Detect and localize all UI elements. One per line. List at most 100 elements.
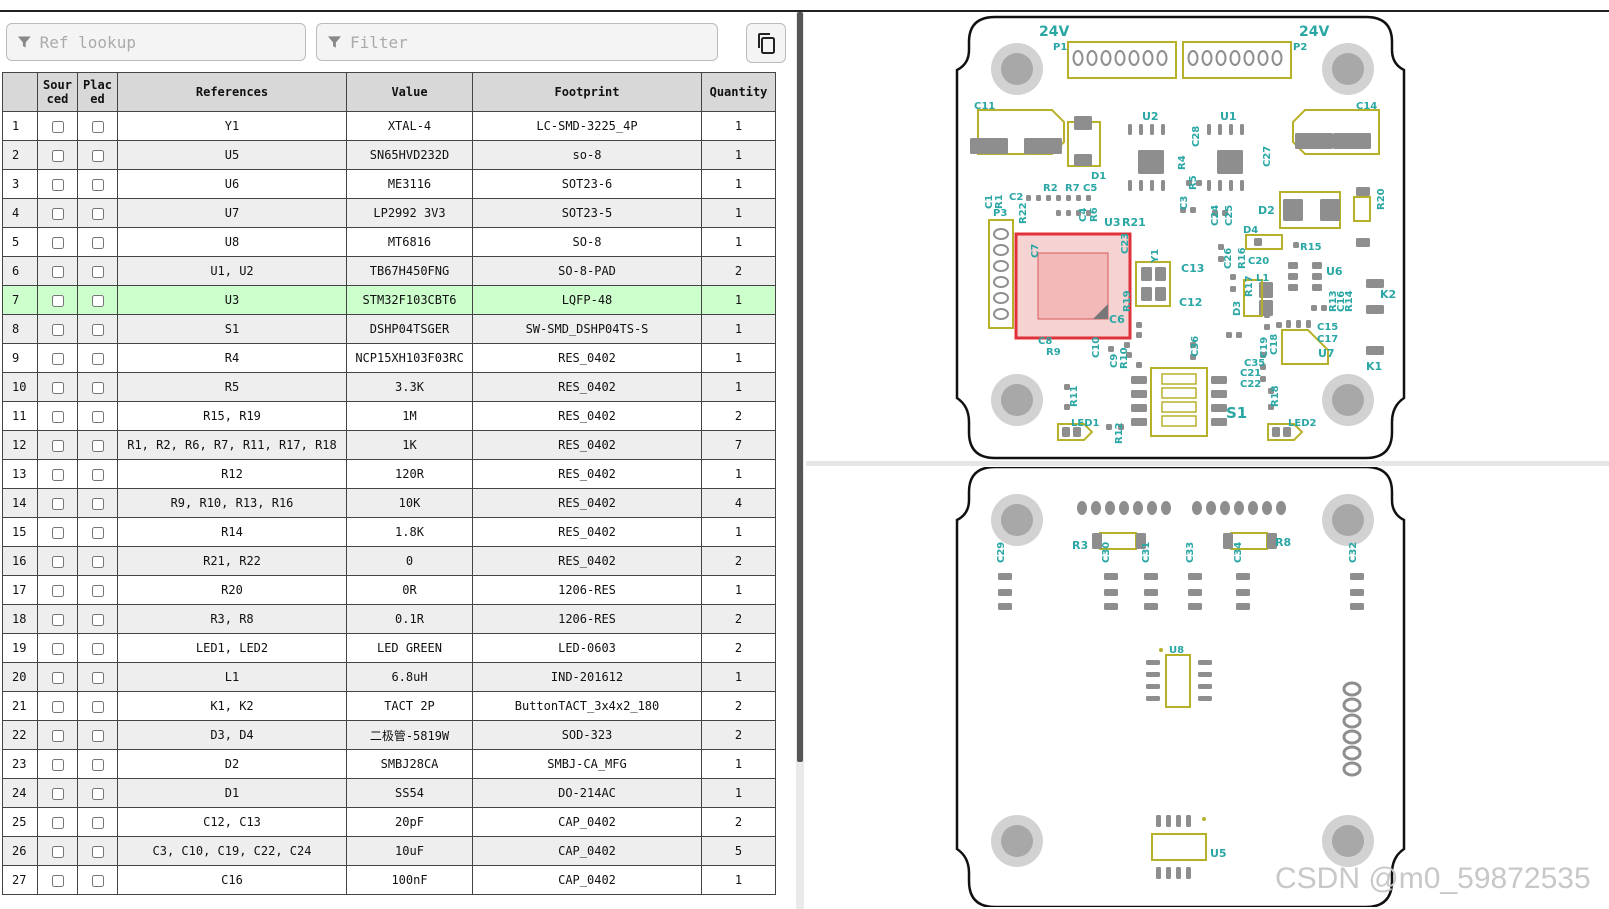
sourced-checkbox[interactable]: [51, 294, 64, 307]
sourced-checkbox[interactable]: [51, 874, 64, 887]
ref-lookup-input[interactable]: [37, 31, 305, 53]
placed-checkbox[interactable]: [91, 642, 104, 655]
table-row[interactable]: 10 R5 3.3K RES_0402 1: [2, 372, 776, 402]
placed-checkbox[interactable]: [91, 352, 104, 365]
placed-checkbox[interactable]: [91, 758, 104, 771]
sourced-checkbox[interactable]: [51, 671, 64, 684]
pcb-back-canvas[interactable]: R3 R8 C29 C30 C31 C33 C34 C32 U8 U5: [806, 467, 1609, 907]
col-header-footprint[interactable]: Footprint: [472, 72, 702, 112]
placed-checkbox[interactable]: [91, 381, 104, 394]
sourced-checkbox[interactable]: [51, 816, 64, 829]
sourced-checkbox[interactable]: [51, 468, 64, 481]
sourced-checkbox[interactable]: [51, 352, 64, 365]
col-header-value[interactable]: Value: [346, 72, 473, 112]
filter-input[interactable]: [347, 31, 717, 53]
sourced-checkbox[interactable]: [51, 758, 64, 771]
placed-checkbox[interactable]: [91, 120, 104, 133]
sourced-checkbox[interactable]: [51, 584, 64, 597]
table-row[interactable]: 13 R12 120R RES_0402 1: [2, 459, 776, 489]
placed-checkbox[interactable]: [91, 613, 104, 626]
ref-lookup-box[interactable]: [6, 23, 306, 61]
silk-label-s1: S1: [1226, 404, 1247, 422]
placed-checkbox[interactable]: [91, 294, 104, 307]
pcb-front-canvas[interactable]: 24V 24V P1 P2 C11 C14 U2 U1 C28 C27 R4R5 C3 D1 R2 R7 C5…: [806, 12, 1609, 461]
table-row[interactable]: 14 R9, R10, R13, R16 10K RES_0402 4: [2, 488, 776, 518]
table-row[interactable]: 4 U7 LP2992 3V3 SOT23-5 1: [2, 198, 776, 228]
col-header-sourced[interactable]: Sour ced: [37, 72, 78, 112]
sourced-checkbox[interactable]: [51, 845, 64, 858]
sourced-checkbox[interactable]: [51, 439, 64, 452]
table-row[interactable]: 1 Y1 XTAL-4 LC-SMD-3225_4P 1: [2, 111, 776, 141]
placed-checkbox[interactable]: [91, 468, 104, 481]
sourced-checkbox[interactable]: [51, 642, 64, 655]
placed-checkbox[interactable]: [91, 845, 104, 858]
sourced-checkbox[interactable]: [51, 700, 64, 713]
filter-box[interactable]: [316, 23, 718, 61]
placed-checkbox[interactable]: [91, 816, 104, 829]
sourced-checkbox[interactable]: [51, 265, 64, 278]
table-row[interactable]: 26 C3, C10, C19, C22, C24 10uF CAP_0402 5: [2, 836, 776, 866]
sourced-checkbox[interactable]: [51, 120, 64, 133]
sourced-checkbox[interactable]: [51, 323, 64, 336]
horizontal-splitter[interactable]: [806, 461, 1609, 466]
col-header-quantity[interactable]: Quantity: [701, 72, 776, 112]
placed-checkbox[interactable]: [91, 787, 104, 800]
placed-checkbox[interactable]: [91, 207, 104, 220]
table-row[interactable]: 9 R4 NCP15XH103F03RC RES_0402 1: [2, 343, 776, 373]
sourced-checkbox[interactable]: [51, 526, 64, 539]
table-row[interactable]: 7 U3 STM32F103CBT6 LQFP-48 1: [2, 285, 776, 315]
placed-checkbox[interactable]: [91, 526, 104, 539]
placed-checkbox[interactable]: [91, 874, 104, 887]
placed-checkbox[interactable]: [91, 671, 104, 684]
footprint-cell: RES_0402: [472, 488, 702, 518]
table-row[interactable]: 22 D3, D4 二极管-5819W SOD-323 2: [2, 720, 776, 750]
col-header-references[interactable]: References: [117, 72, 347, 112]
table-row[interactable]: 27 C16 100nF CAP_0402 1: [2, 865, 776, 895]
sourced-checkbox[interactable]: [51, 178, 64, 191]
placed-checkbox[interactable]: [91, 555, 104, 568]
table-row[interactable]: 19 LED1, LED2 LED GREEN LED-0603 2: [2, 633, 776, 663]
table-row[interactable]: 2 U5 SN65HVD232D so-8 1: [2, 140, 776, 170]
sourced-checkbox[interactable]: [51, 497, 64, 510]
placed-checkbox[interactable]: [91, 178, 104, 191]
value-cell: SS54: [346, 778, 473, 808]
sourced-checkbox[interactable]: [51, 207, 64, 220]
table-row[interactable]: 6 U1, U2 TB67H450FNG SO-8-PAD 2: [2, 256, 776, 286]
sourced-checkbox[interactable]: [51, 729, 64, 742]
placed-checkbox[interactable]: [91, 497, 104, 510]
placed-checkbox[interactable]: [91, 265, 104, 278]
placed-checkbox[interactable]: [91, 410, 104, 423]
sourced-checkbox[interactable]: [51, 787, 64, 800]
table-row[interactable]: 16 R21, R22 0 RES_0402 2: [2, 546, 776, 576]
table-row[interactable]: 8 S1 DSHP04TSGER SW-SMD_DSHP04TS-S 1: [2, 314, 776, 344]
sourced-checkbox[interactable]: [51, 236, 64, 249]
col-header-placed[interactable]: Plac ed: [77, 72, 118, 112]
table-row[interactable]: 21 K1, K2 TACT 2P ButtonTACT_3x4x2_180 2: [2, 691, 776, 721]
table-row[interactable]: 24 D1 SS54 DO-214AC 1: [2, 778, 776, 808]
table-row[interactable]: 17 R20 0R 1206-RES 1: [2, 575, 776, 605]
table-row[interactable]: 25 C12, C13 20pF CAP_0402 2: [2, 807, 776, 837]
placed-checkbox[interactable]: [91, 700, 104, 713]
sourced-checkbox[interactable]: [51, 410, 64, 423]
row-number-cell: 7: [2, 285, 38, 315]
placed-checkbox[interactable]: [91, 439, 104, 452]
table-row[interactable]: 11 R15, R19 1M RES_0402 2: [2, 401, 776, 431]
copy-button[interactable]: [746, 23, 786, 63]
sourced-checkbox[interactable]: [51, 149, 64, 162]
placed-checkbox[interactable]: [91, 323, 104, 336]
table-scrollbar-thumb[interactable]: [797, 12, 803, 762]
placed-checkbox[interactable]: [91, 236, 104, 249]
placed-checkbox[interactable]: [91, 584, 104, 597]
table-row[interactable]: 12 R1, R2, R6, R7, R11, R17, R18 1K RES_040…: [2, 430, 776, 460]
table-row[interactable]: 18 R3, R8 0.1R 1206-RES 2: [2, 604, 776, 634]
table-row[interactable]: 20 L1 6.8uH IND-201612 1: [2, 662, 776, 692]
table-row[interactable]: 3 U6 ME3116 SOT23-6 1: [2, 169, 776, 199]
sourced-checkbox[interactable]: [51, 555, 64, 568]
table-row[interactable]: 5 U8 MT6816 SO-8 1: [2, 227, 776, 257]
table-row[interactable]: 23 D2 SMBJ28CA SMBJ-CA_MFG 1: [2, 749, 776, 779]
sourced-checkbox[interactable]: [51, 381, 64, 394]
placed-checkbox[interactable]: [91, 729, 104, 742]
placed-checkbox[interactable]: [91, 149, 104, 162]
sourced-checkbox[interactable]: [51, 613, 64, 626]
table-row[interactable]: 15 R14 1.8K RES_0402 1: [2, 517, 776, 547]
